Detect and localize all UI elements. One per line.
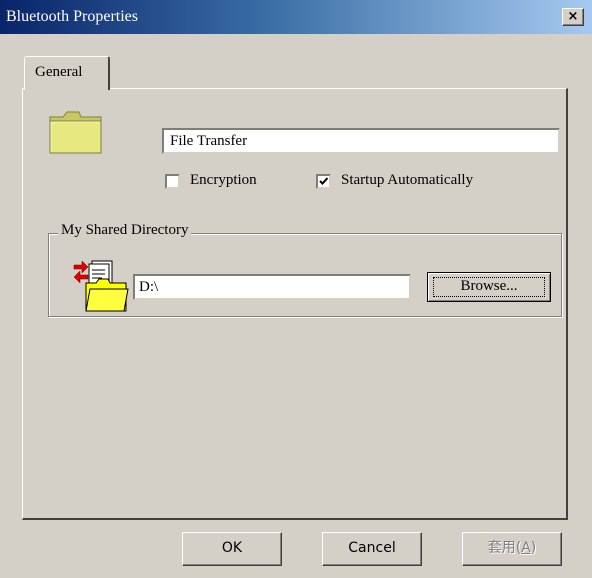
title-bar[interactable]: Bluetooth Properties × bbox=[0, 0, 592, 34]
cancel-button-label: Cancel bbox=[348, 540, 396, 556]
folder-icon bbox=[49, 111, 103, 160]
close-icon: × bbox=[567, 9, 579, 24]
ok-button-label: OK bbox=[221, 540, 243, 556]
encryption-checkbox[interactable] bbox=[165, 174, 180, 189]
tab-general-label: General bbox=[35, 64, 83, 80]
tab-general[interactable]: General bbox=[24, 56, 110, 90]
apply-button[interactable]: 套用(A) bbox=[462, 532, 562, 566]
close-button[interactable]: × bbox=[562, 8, 584, 26]
browse-button[interactable]: Browse... bbox=[427, 272, 551, 302]
shared-directory-path-input[interactable]: D:\ bbox=[133, 274, 411, 300]
window-title: Bluetooth Properties bbox=[6, 8, 138, 25]
encryption-label[interactable]: Encryption bbox=[190, 172, 257, 189]
shared-folder-transfer-icon bbox=[72, 259, 130, 318]
ok-button[interactable]: OK bbox=[182, 532, 282, 566]
checkmark-icon bbox=[319, 177, 329, 185]
service-name-input[interactable]: File Transfer bbox=[162, 128, 560, 154]
shared-directory-legend: My Shared Directory bbox=[58, 222, 192, 239]
startup-automatically-checkbox[interactable] bbox=[316, 174, 331, 189]
apply-button-label: 套用(A) bbox=[487, 540, 537, 556]
browse-button-label: Browse... bbox=[460, 278, 518, 294]
startup-automatically-label[interactable]: Startup Automatically bbox=[341, 172, 473, 189]
cancel-button[interactable]: Cancel bbox=[322, 532, 422, 566]
